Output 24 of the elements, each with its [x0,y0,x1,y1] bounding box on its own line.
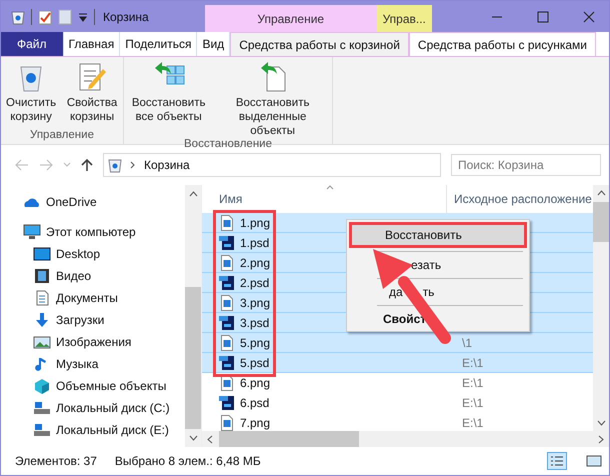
location-cell-text: E:\1 [461,356,484,370]
file-name: 2.png [240,256,270,270]
address-path: Корзина [144,158,190,172]
file-name: 5.png [240,336,270,350]
file-name: 7.png [240,416,270,430]
file-name: 5.psd [240,356,270,370]
file-name: 3.psd [240,316,270,330]
context-tab-header: Управ... [376,5,432,32]
status-text: Элементов: 37 [15,454,97,468]
location-cell-text: \1 [461,336,472,350]
file-name: 6.png [240,376,270,390]
file-name: 1.psd [240,236,270,250]
location-cell-text: E:\1 [461,416,484,430]
window-title: Корзина [103,10,149,24]
file-name: 1.png [240,216,270,230]
location-cell-text: E:\1 [461,396,484,410]
status-text: Выбрано 8 элем.: 6,48 МБ [114,454,261,468]
context-tab-header: Управление [204,5,377,32]
ribbon-group-label: Управление [30,129,94,143]
ribbon-group-label: Восстановление [184,138,272,152]
file-name: 3.png [240,296,270,310]
file-name: 6.psd [240,396,270,410]
location-cell-text: E:\1 [461,376,484,390]
file-name: 2.psd [240,276,270,290]
